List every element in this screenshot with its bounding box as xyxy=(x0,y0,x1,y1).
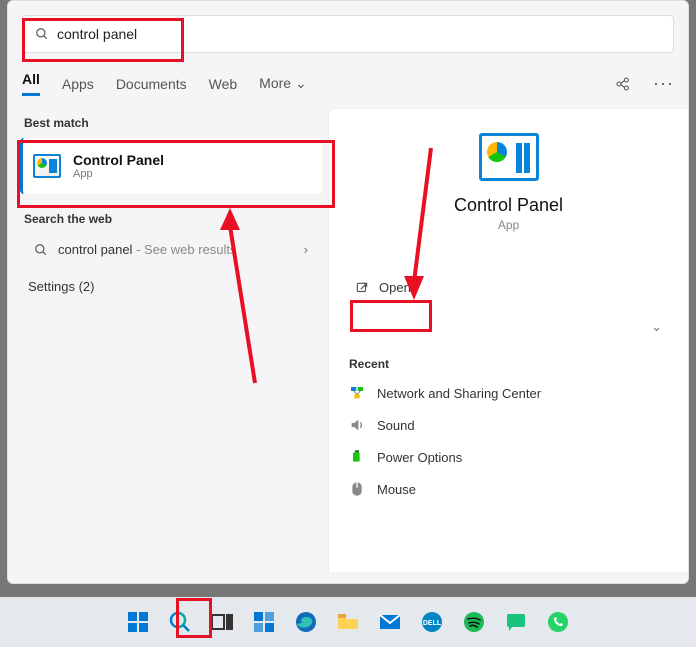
best-match-result[interactable]: Control Panel App xyxy=(20,138,322,194)
control-panel-icon xyxy=(33,154,61,178)
settings-row[interactable]: Settings (2) xyxy=(14,267,328,306)
edge-button[interactable] xyxy=(291,607,321,637)
recent-item-network[interactable]: Network and Sharing Center xyxy=(337,377,680,409)
whatsapp-icon xyxy=(546,610,570,634)
power-icon xyxy=(349,449,365,465)
chevron-down-icon: ⌄ xyxy=(651,319,662,334)
mail-icon xyxy=(378,610,402,634)
mail-button[interactable] xyxy=(375,607,405,637)
chevron-down-icon: ⌄ xyxy=(295,75,307,91)
best-match-subtitle: App xyxy=(73,168,164,180)
search-icon xyxy=(34,243,48,257)
recent-item-power[interactable]: Power Options xyxy=(337,441,680,473)
recent-item-mouse[interactable]: Mouse xyxy=(337,473,680,505)
recent-item-label: Mouse xyxy=(377,482,416,497)
start-button[interactable] xyxy=(123,607,153,637)
search-input[interactable] xyxy=(57,26,661,42)
search-web-label: Search the web xyxy=(14,204,328,232)
share-icon[interactable] xyxy=(615,76,631,92)
search-icon xyxy=(35,27,49,41)
folder-icon xyxy=(336,610,360,634)
sound-icon xyxy=(349,417,365,433)
tabs: All Apps Documents Web More ⌄ ··· xyxy=(8,59,688,104)
explorer-button[interactable] xyxy=(333,607,363,637)
hero: Control Panel App xyxy=(329,109,688,242)
recent-label: Recent xyxy=(329,341,688,377)
recent-item-label: Network and Sharing Center xyxy=(377,386,541,401)
chat-button[interactable] xyxy=(501,607,531,637)
search-icon xyxy=(168,610,192,634)
tab-web[interactable]: Web xyxy=(209,76,238,92)
hero-subtitle: App xyxy=(498,218,519,232)
web-result[interactable]: control panel - See web results › xyxy=(20,232,322,267)
dell-icon: DELL xyxy=(420,610,444,634)
tab-more[interactable]: More ⌄ xyxy=(259,75,307,92)
search-row xyxy=(8,1,688,59)
recent-item-sound[interactable]: Sound xyxy=(337,409,680,441)
tab-documents[interactable]: Documents xyxy=(116,76,187,92)
more-options-icon[interactable]: ··· xyxy=(653,73,674,94)
windows-icon xyxy=(126,610,150,634)
network-icon xyxy=(349,385,365,401)
widgets-icon xyxy=(252,610,276,634)
search-panel: All Apps Documents Web More ⌄ ··· Best m… xyxy=(7,0,689,584)
chevron-right-icon: › xyxy=(304,242,308,257)
control-panel-icon xyxy=(479,133,539,181)
expand-button[interactable]: ⌄ xyxy=(641,313,672,341)
widgets-button[interactable] xyxy=(249,607,279,637)
open-label: Open xyxy=(379,280,411,295)
hero-title: Control Panel xyxy=(454,195,563,216)
tab-apps[interactable]: Apps xyxy=(62,76,94,92)
recent-list: Network and Sharing Center Sound Power O… xyxy=(329,377,688,505)
best-match-title: Control Panel xyxy=(73,152,164,168)
best-match-label: Best match xyxy=(14,108,328,136)
spotify-icon xyxy=(462,610,486,634)
svg-text:DELL: DELL xyxy=(423,620,442,627)
edge-icon xyxy=(294,610,318,634)
dell-button[interactable]: DELL xyxy=(417,607,447,637)
open-button[interactable]: Open xyxy=(341,270,676,305)
task-view-icon xyxy=(210,610,234,634)
spotify-button[interactable] xyxy=(459,607,489,637)
tab-all[interactable]: All xyxy=(22,71,40,96)
whatsapp-button[interactable] xyxy=(543,607,573,637)
task-view-button[interactable] xyxy=(207,607,237,637)
chat-icon xyxy=(504,610,528,634)
search-button[interactable] xyxy=(165,607,195,637)
search-box[interactable] xyxy=(22,15,674,53)
taskbar: DELL xyxy=(0,597,696,647)
right-column: Control Panel App Open ⌄ Recent Network … xyxy=(328,108,688,572)
web-result-text: control panel - See web results xyxy=(58,242,237,257)
open-icon xyxy=(355,281,369,295)
left-column: Best match Control Panel App Search the … xyxy=(8,104,328,572)
recent-item-label: Power Options xyxy=(377,450,462,465)
recent-item-label: Sound xyxy=(377,418,415,433)
mouse-icon xyxy=(349,481,365,497)
